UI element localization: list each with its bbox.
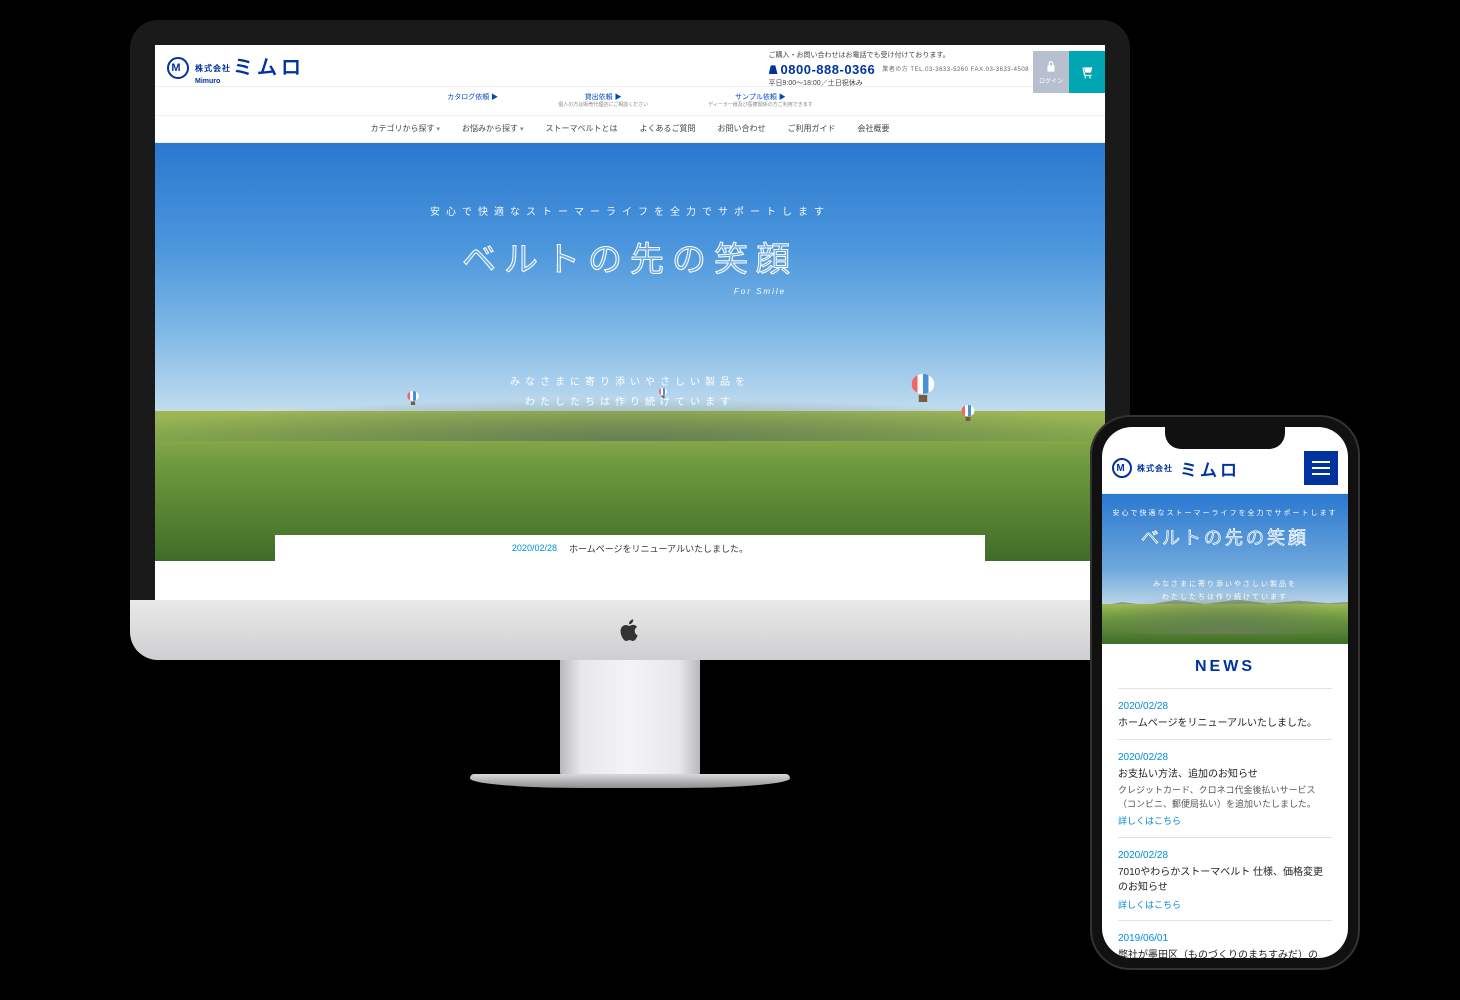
- nav-company[interactable]: 会社概要: [858, 123, 890, 134]
- hero-news-bar[interactable]: 2020/02/28 ホームページをリニューアルいたしました。: [275, 535, 985, 561]
- brand-name: ミムロ: [233, 57, 305, 79]
- mobile-hero: 安心で快適なストーマーライフを全力でサポートします ベルトの先の笑顔 みなさまに…: [1102, 494, 1348, 644]
- apple-logo-icon: [617, 617, 643, 643]
- news-date: 2020/02/28: [1118, 699, 1332, 714]
- hero-text: 安心で快適なストーマーライフを全力でサポートします ベルトの先の笑顔 For S…: [155, 203, 1105, 299]
- desktop-hero: 安心で快適なストーマーライフを全力でサポートします ベルトの先の笑顔 For S…: [155, 143, 1105, 561]
- nav-category[interactable]: カテゴリから探す: [370, 123, 440, 134]
- hero-for-smile: For Smile: [734, 287, 786, 296]
- subnav-catalog[interactable]: カタログ依頼 ▶: [447, 94, 498, 108]
- imac-stand-neck: [560, 658, 700, 778]
- news-more-link[interactable]: 詳しくはこちら: [1118, 815, 1332, 829]
- news-date: 2019/06/01: [1118, 931, 1332, 946]
- contact-note: ご購入・お問い合わせはお電話でも受け付けております。: [769, 51, 1029, 61]
- news-item: 2020/02/28 7010やわらかストーマベルト 仕様、価格変更のお知らせ …: [1118, 837, 1332, 921]
- cart-icon: [1080, 65, 1094, 79]
- hero-subtitle: 安心で快適なストーマーライフを全力でサポートします: [1102, 508, 1348, 518]
- brand-kabushiki: 株式会社: [195, 64, 231, 73]
- hero-sub2: みなさまに寄り添いやさしい製品を わたしたちは作り続けています: [1102, 579, 1348, 604]
- lock-icon: [1044, 60, 1058, 74]
- brand-name: ミムロ: [1180, 456, 1240, 481]
- desktop-subnav: カタログ依頼 ▶ 貸出依頼 ▶ 個人の方は販売代理店にご相談ください サンプル依…: [155, 87, 1105, 116]
- news-body: クレジットカード、クロネコ代金後払いサービス（コンビニ、郵便局払い）を追加いたし…: [1118, 784, 1332, 811]
- newsbar-text: ホームページをリニューアルいたしました。: [569, 542, 748, 555]
- contact-phone-side: 業者の方 TEL.03-3633-5260 FAX.03-3633-4508: [882, 66, 1029, 74]
- mobile-viewport: M 株式会社ミムロ 安心で快適なストーマーライフを全力でサポートします ベルトの…: [1102, 427, 1348, 958]
- news-more-link[interactable]: 詳しくはこちら: [1118, 899, 1332, 913]
- desktop-viewport: M 株式会社ミムロ Mimuro ご購入・お問い合わせはお電話でも受け付けており…: [155, 45, 1105, 600]
- nav-concern[interactable]: お悩みから探す: [462, 123, 524, 134]
- news-title[interactable]: お支払い方法、追加のお知らせ: [1118, 767, 1332, 782]
- contact-hours: 平日9:00〜18:00／土日祝休み: [769, 79, 1029, 89]
- subnav-sample[interactable]: サンプル依頼 ▶ ディーラー様及び医療関係の方ご利用できます: [708, 94, 813, 108]
- desktop-header: M 株式会社ミムロ Mimuro ご購入・お問い合わせはお電話でも受け付けており…: [155, 45, 1105, 87]
- news-date: 2020/02/28: [1118, 848, 1332, 863]
- contact-phone[interactable]: 0800-888-0366 業者の方 TEL.03-3633-5260 FAX.…: [769, 61, 1029, 79]
- news-title[interactable]: ホームページをリニューアルいたしました。: [1118, 716, 1332, 731]
- login-button[interactable]: ログイン: [1033, 51, 1069, 93]
- brand-logo[interactable]: M 株式会社ミムロ: [1112, 456, 1240, 481]
- imac-bezel: M 株式会社ミムロ Mimuro ご購入・お問い合わせはお電話でも受け付けており…: [130, 20, 1130, 660]
- imac-chin: [130, 600, 1130, 660]
- brand-kabushiki: 株式会社: [1137, 463, 1173, 474]
- news-item: 2020/02/28 ホームページをリニューアルいたしました。: [1118, 688, 1332, 739]
- news-item: 2020/02/28 お支払い方法、追加のお知らせ クレジットカード、クロネコ代…: [1118, 739, 1332, 837]
- hero-sub2: みなさまに寄り添いやさしい製品を わたしたちは作り続けています: [155, 373, 1105, 413]
- news-heading: NEWS: [1118, 658, 1332, 676]
- news-title[interactable]: 弊社が墨田区（ものづくりのまちすみだ）のPICKUP企業に掲載されました。: [1118, 948, 1332, 958]
- cart-button[interactable]: [1069, 51, 1105, 93]
- brand-badge-icon: M: [1112, 458, 1132, 478]
- menu-button[interactable]: [1304, 451, 1338, 485]
- hamburger-icon: [1312, 461, 1330, 463]
- header-contact: ご購入・お問い合わせはお電話でも受け付けております。 0800-888-0366…: [769, 51, 1033, 89]
- brand-badge-icon: M: [167, 57, 189, 79]
- news-item: 2019/06/01 弊社が墨田区（ものづくりのまちすみだ）のPICKUP企業に…: [1118, 920, 1332, 958]
- hero-title: ベルトの先の笑顔: [155, 232, 1105, 281]
- iphone-mockup: M 株式会社ミムロ 安心で快適なストーマーライフを全力でサポートします ベルトの…: [1090, 415, 1360, 970]
- desktop-mainnav: カテゴリから探す お悩みから探す ストーマベルトとは よくあるご質問 お問い合わ…: [155, 116, 1105, 143]
- newsbar-date: 2020/02/28: [512, 543, 557, 553]
- imac-mockup: M 株式会社ミムロ Mimuro ご購入・お問い合わせはお電話でも受け付けており…: [130, 20, 1130, 788]
- hero-title: ベルトの先の笑顔: [1102, 524, 1348, 550]
- imac-stand-foot: [470, 774, 790, 788]
- nav-about-belt[interactable]: ストーマベルトとは: [546, 123, 618, 134]
- hero-subtitle: 安心で快適なストーマーライフを全力でサポートします: [155, 203, 1105, 218]
- hero-text: 安心で快適なストーマーライフを全力でサポートします ベルトの先の笑顔: [1102, 508, 1348, 550]
- nav-contact[interactable]: お問い合わせ: [718, 123, 766, 134]
- hero-land: [1102, 604, 1348, 644]
- brand-logo[interactable]: M 株式会社ミムロ Mimuro: [167, 51, 305, 85]
- nav-guide[interactable]: ご利用ガイド: [788, 123, 836, 134]
- iphone-notch: [1165, 427, 1285, 449]
- news-title[interactable]: 7010やわらかストーマベルト 仕様、価格変更のお知らせ: [1118, 865, 1332, 895]
- brand-sub: Mimuro: [195, 78, 305, 85]
- mobile-news: NEWS 2020/02/28 ホームページをリニューアルいたしました。 202…: [1102, 644, 1348, 958]
- subnav-lending[interactable]: 貸出依頼 ▶ 個人の方は販売代理店にご相談ください: [558, 94, 648, 108]
- nav-faq[interactable]: よくあるご質問: [640, 123, 696, 134]
- news-date: 2020/02/28: [1118, 750, 1332, 765]
